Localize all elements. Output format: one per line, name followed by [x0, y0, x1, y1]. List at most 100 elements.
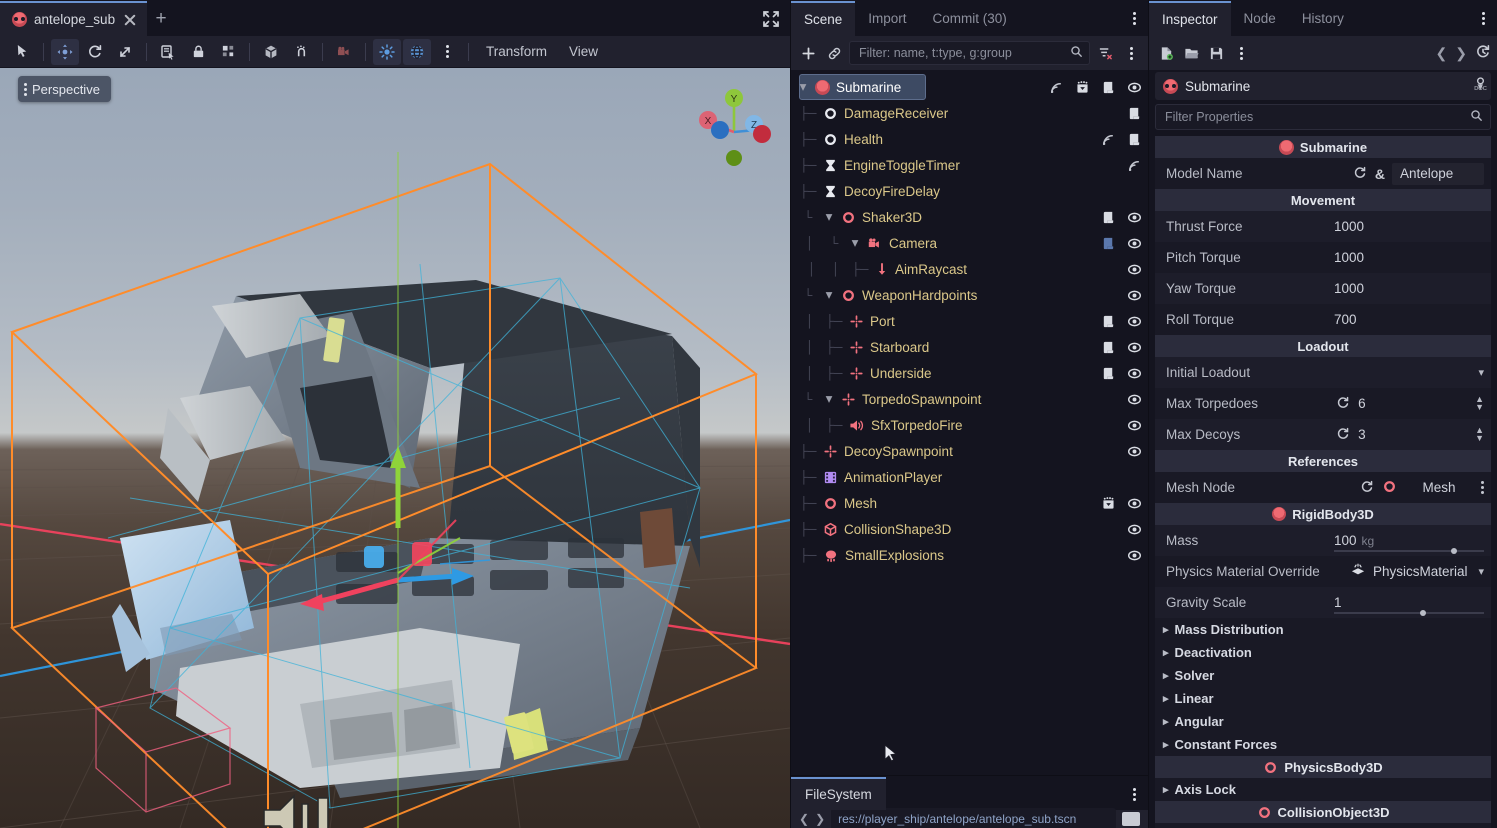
visibility-icon[interactable]: [1126, 495, 1142, 511]
stepper-arrows-icon[interactable]: ▲ ▼: [1475, 395, 1484, 412]
fold-angular[interactable]: ▸ Angular: [1155, 710, 1491, 733]
visibility-icon[interactable]: [1126, 313, 1142, 329]
property-mass[interactable]: Mass 100 kg: [1155, 525, 1491, 556]
visibility-icon[interactable]: [1126, 287, 1142, 303]
property-yaw-torque[interactable]: Yaw Torque 1000: [1155, 273, 1491, 304]
scene-tree-node-decoyfiredelay[interactable]: ├─ DecoyFireDelay: [791, 178, 1148, 204]
filesystem-view-toggle[interactable]: [1122, 812, 1140, 826]
revert-icon[interactable]: [1336, 427, 1351, 442]
tab-commit[interactable]: Commit (30): [920, 1, 1020, 36]
cube-icon[interactable]: [257, 39, 285, 65]
script-icon[interactable]: [1126, 131, 1142, 147]
tree-twisty[interactable]: ▾: [849, 235, 861, 250]
chevron-down-icon[interactable]: ▾: [1478, 565, 1484, 578]
inspector-properties[interactable]: Submarine Model Name & Antelope Movement Th…: [1155, 136, 1491, 828]
tab-filesystem[interactable]: FileSystem: [791, 777, 886, 810]
inspector-section-loadout[interactable]: Loadout: [1155, 335, 1491, 357]
lock-icon[interactable]: [184, 39, 212, 65]
tab-history[interactable]: History: [1289, 1, 1357, 36]
scene-filter-box[interactable]: [849, 41, 1090, 65]
select-tool[interactable]: [8, 39, 36, 65]
property-gravity-scale[interactable]: Gravity Scale 1: [1155, 587, 1491, 618]
property-value[interactable]: 6: [1358, 396, 1468, 411]
save-disk-icon[interactable]: [1205, 41, 1227, 65]
scene-tree-node-enginetoggletimer[interactable]: ├─ EngineToggleTimer: [791, 152, 1148, 178]
visibility-icon[interactable]: [1126, 79, 1142, 95]
fold-solver[interactable]: ▸ Solver: [1155, 664, 1491, 687]
filter-clear-icon[interactable]: [1094, 41, 1116, 65]
visibility-icon[interactable]: [1126, 391, 1142, 407]
scene-tree-node-decoyspawnpoint[interactable]: ├─ DecoySpawnpoint: [791, 438, 1148, 464]
property-value-field[interactable]: 1: [1334, 588, 1484, 617]
add-scene-tab-button[interactable]: +: [147, 1, 175, 36]
search-icon[interactable]: [1470, 109, 1483, 125]
view-menu[interactable]: View: [559, 39, 608, 65]
scene-tab-antelope-sub[interactable]: antelope_sub: [0, 1, 148, 36]
inspector-section-submarine[interactable]: Submarine: [1155, 136, 1491, 158]
script-active-icon[interactable]: [1100, 235, 1116, 251]
globe-icon[interactable]: [403, 38, 431, 65]
inspector-filter-box[interactable]: [1155, 104, 1491, 130]
property-model-name[interactable]: Model Name & Antelope: [1155, 158, 1491, 189]
visibility-icon[interactable]: [1126, 443, 1142, 459]
property-pitch-torque[interactable]: Pitch Torque 1000: [1155, 242, 1491, 273]
visibility-icon[interactable]: [1126, 339, 1142, 355]
property-value[interactable]: 3: [1358, 427, 1468, 442]
property-roll-torque[interactable]: Roll Torque 700: [1155, 304, 1491, 335]
axis-gizmo[interactable]: Y X Z: [686, 80, 782, 176]
scene-tree-node-damagereceiver[interactable]: ├─ DamageReceiver: [791, 100, 1148, 126]
scene-tree-node-collisionshape3d[interactable]: ├─ CollisionShape3D: [791, 516, 1148, 542]
scene-tree-node-port[interactable]: │ ├─ Port: [791, 308, 1148, 334]
chevron-right-icon[interactable]: ❯: [815, 812, 825, 826]
expand-icon[interactable]: [760, 8, 782, 30]
tab-scene[interactable]: Scene: [791, 1, 856, 36]
chevron-left-icon[interactable]: ❮: [1436, 45, 1448, 62]
signal-icon[interactable]: [1100, 131, 1116, 147]
property-physics-material-override[interactable]: Physics Material Override PhysicsMateria…: [1155, 556, 1491, 587]
script-icon[interactable]: [1100, 79, 1116, 95]
inspector-section-physicsbody3d[interactable]: PhysicsBody3D: [1155, 756, 1491, 778]
inspector-section-movement[interactable]: Movement: [1155, 189, 1491, 211]
scene-tree-node-torpedospawnpoint[interactable]: └ ▾ TorpedoSpawnpoint: [791, 386, 1148, 412]
inspector-filter-input[interactable]: [1165, 110, 1465, 124]
property-value[interactable]: Antelope: [1392, 162, 1484, 185]
property-value[interactable]: Mesh: [1404, 480, 1474, 495]
scene-tree-node-underside[interactable]: │ ├─ Underside: [791, 360, 1148, 386]
script-icon[interactable]: [1126, 105, 1142, 121]
kebab-icon[interactable]: [1481, 481, 1484, 494]
stepper-arrows-icon[interactable]: ▲ ▼: [1475, 426, 1484, 443]
filesystem-menu-icon[interactable]: [1126, 785, 1142, 803]
tab-inspector[interactable]: Inspector: [1149, 1, 1231, 36]
property-thrust-force[interactable]: Thrust Force 1000: [1155, 211, 1491, 242]
inspector-object-header[interactable]: Submarine ▾ DOC: [1155, 72, 1491, 100]
fold-linear[interactable]: ▸ Linear: [1155, 687, 1491, 710]
open-docs-icon[interactable]: DOC: [1472, 76, 1489, 96]
visibility-icon[interactable]: [1126, 209, 1142, 225]
signal-icon[interactable]: [1126, 157, 1142, 173]
scene-tree-node-shaker3d[interactable]: └ ▾ Shaker3D: [791, 204, 1148, 230]
3d-viewport[interactable]: Perspective Y X Z: [0, 68, 790, 828]
visibility-icon[interactable]: [1126, 261, 1142, 277]
script-icon[interactable]: [1100, 209, 1116, 225]
visibility-icon[interactable]: [1126, 417, 1142, 433]
search-icon[interactable]: [1070, 45, 1083, 61]
kebab-icon[interactable]: [433, 39, 461, 65]
perspective-menu-button[interactable]: Perspective: [18, 76, 111, 102]
visibility-icon[interactable]: [1126, 235, 1142, 251]
property-initial-loadout[interactable]: Initial Loadout ▾: [1155, 357, 1491, 388]
revert-icon[interactable]: [1336, 396, 1351, 411]
tab-import[interactable]: Import: [855, 1, 919, 36]
property-max-torpedoes[interactable]: Max Torpedoes 6 ▲ ▼: [1155, 388, 1491, 419]
revert-icon[interactable]: [1360, 480, 1375, 495]
inspector-options-icon[interactable]: [1230, 41, 1252, 65]
scene-tree-node-submarine[interactable]: ▾ Submarine: [791, 74, 1148, 100]
scene-tree[interactable]: ▾ Submarine ├─ DamageReceiver ├─ Health …: [791, 70, 1148, 775]
fold-axis-lock[interactable]: ▸ Axis Lock: [1155, 778, 1491, 801]
new-file-icon[interactable]: [1155, 41, 1177, 65]
history-clock-icon[interactable]: [1475, 44, 1491, 63]
script-icon[interactable]: [1100, 339, 1116, 355]
scale-tool[interactable]: [111, 39, 139, 65]
visibility-icon[interactable]: [1126, 547, 1142, 563]
list-select-icon[interactable]: [154, 39, 182, 65]
folder-open-icon[interactable]: [1180, 41, 1202, 65]
